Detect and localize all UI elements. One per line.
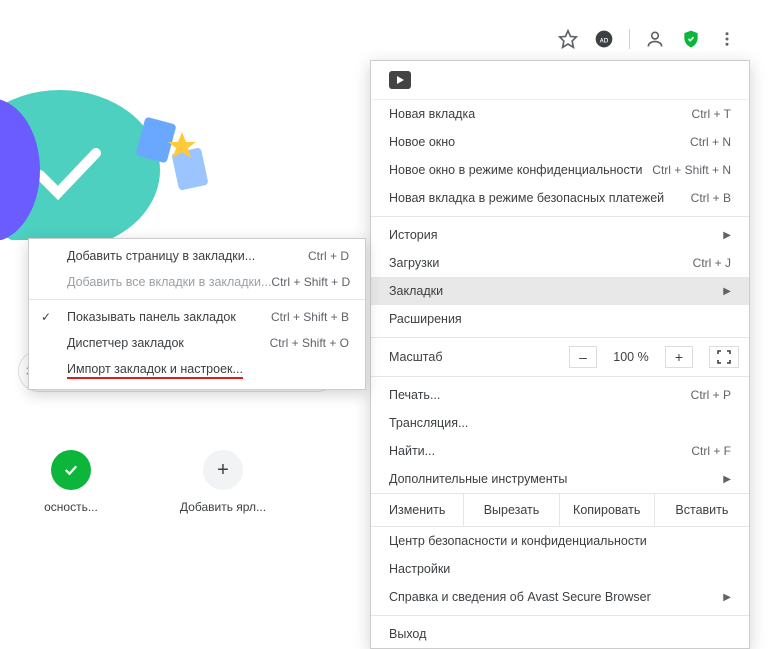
chevron-right-icon: ▶	[723, 286, 731, 297]
menu-item-label: Загрузки	[389, 256, 439, 270]
submenu-shortcut: Ctrl + Shift + B	[271, 310, 349, 324]
menu-new-window[interactable]: Новое окно Ctrl + N	[371, 128, 749, 156]
menu-more-tools[interactable]: Дополнительные инструменты ▶	[371, 465, 749, 493]
menu-item-label: Центр безопасности и конфиденциальности	[389, 534, 647, 548]
menu-secure-payments[interactable]: Новая вкладка в режиме безопасных платеж…	[371, 184, 749, 212]
shortcut-label: осность...	[44, 500, 98, 514]
menu-new-tab[interactable]: Новая вкладка Ctrl + T	[371, 100, 749, 128]
submenu-label: Диспетчер закладок	[67, 336, 184, 350]
checkmark-icon: ✓	[41, 310, 51, 324]
submenu-label: Добавить все вкладки в закладки...	[67, 275, 271, 289]
menu-cast[interactable]: Трансляция...	[371, 409, 749, 437]
browser-toolbar: ᴀᴅ	[557, 28, 738, 50]
plus-icon: +	[203, 450, 243, 490]
extension-shield-icon[interactable]: ᴀᴅ	[593, 28, 615, 50]
menu-item-label: Дополнительные инструменты	[389, 472, 567, 486]
menu-item-label: История	[389, 228, 437, 242]
submenu-label: Показывать панель закладок	[67, 310, 236, 324]
menu-item-label: Трансляция...	[389, 416, 468, 430]
paste-button[interactable]: Вставить	[654, 494, 749, 526]
menu-cast-header[interactable]	[371, 61, 749, 100]
menu-item-label: Новая вкладка	[389, 107, 475, 121]
menu-item-label: Новое окно	[389, 135, 455, 149]
submenu-shortcut: Ctrl + Shift + O	[270, 336, 349, 350]
menu-extensions[interactable]: Расширения	[371, 305, 749, 333]
menu-item-shortcut: Ctrl + P	[691, 388, 731, 402]
menu-item-label: Закладки	[389, 284, 443, 298]
menu-item-label: Настройки	[389, 562, 450, 576]
menu-exit[interactable]: Выход	[371, 620, 749, 648]
fullscreen-button[interactable]	[709, 346, 739, 368]
menu-item-label: Новая вкладка в режиме безопасных платеж…	[389, 191, 664, 205]
menu-item-shortcut: Ctrl + B	[691, 191, 731, 205]
svg-text:ᴀᴅ: ᴀᴅ	[600, 34, 609, 44]
play-square-icon	[389, 71, 411, 89]
menu-separator	[29, 299, 365, 300]
submenu-add-all-tabs: Добавить все вкладки в закладки... Ctrl …	[29, 269, 365, 295]
shortcut-row: осность... + Добавить ярл...	[26, 450, 268, 514]
zoom-value: 100 %	[605, 350, 657, 364]
menu-settings[interactable]: Настройки	[371, 555, 749, 583]
submenu-label: Добавить страницу в закладки...	[67, 249, 255, 263]
zoom-out-button[interactable]: –	[569, 346, 597, 368]
zoom-label: Масштаб	[389, 350, 561, 364]
menu-bookmarks[interactable]: Закладки ▶	[371, 277, 749, 305]
submenu-add-page[interactable]: Добавить страницу в закладки... Ctrl + D	[29, 243, 365, 269]
profile-icon[interactable]	[644, 28, 666, 50]
menu-print[interactable]: Печать... Ctrl + P	[371, 381, 749, 409]
menu-item-shortcut: Ctrl + F	[691, 444, 731, 458]
copy-button[interactable]: Копировать	[559, 494, 654, 526]
menu-item-label: Новое окно в режиме конфиденциальности	[389, 163, 642, 177]
bookmarks-submenu: Добавить страницу в закладки... Ctrl + D…	[28, 238, 366, 390]
chevron-right-icon: ▶	[723, 592, 731, 603]
shortcut-security[interactable]: осность...	[26, 450, 116, 514]
zoom-in-button[interactable]: +	[665, 346, 693, 368]
menu-item-shortcut: Ctrl + T	[692, 107, 731, 121]
star-icon[interactable]	[557, 28, 579, 50]
menu-help[interactable]: Справка и сведения об Avast Secure Brows…	[371, 583, 749, 611]
check-circle-icon	[51, 450, 91, 490]
shield-icon[interactable]	[680, 28, 702, 50]
cut-button[interactable]: Вырезать	[463, 494, 558, 526]
menu-item-label: Найти...	[389, 444, 435, 458]
chrome-menu: Новая вкладка Ctrl + T Новое окно Ctrl +…	[370, 60, 750, 649]
menu-incognito[interactable]: Новое окно в режиме конфиденциальности C…	[371, 156, 749, 184]
submenu-shortcut: Ctrl + D	[308, 249, 349, 263]
menu-item-shortcut: Ctrl + J	[693, 256, 731, 270]
submenu-shortcut: Ctrl + Shift + D	[271, 275, 350, 289]
menu-downloads[interactable]: Загрузки Ctrl + J	[371, 249, 749, 277]
menu-item-shortcut: Ctrl + N	[690, 135, 731, 149]
menu-edit-row: Изменить Вырезать Копировать Вставить	[371, 493, 749, 527]
menu-zoom: Масштаб – 100 % +	[371, 342, 749, 372]
shortcut-label: Добавить ярл...	[180, 500, 266, 514]
chevron-right-icon: ▶	[723, 474, 731, 485]
submenu-bookmark-manager[interactable]: Диспетчер закладок Ctrl + Shift + O	[29, 330, 365, 356]
menu-item-shortcut: Ctrl + Shift + N	[652, 163, 731, 177]
menu-security-center[interactable]: Центр безопасности и конфиденциальности	[371, 527, 749, 555]
menu-separator	[371, 615, 749, 616]
menu-separator	[371, 337, 749, 338]
menu-item-label: Печать...	[389, 388, 440, 402]
menu-history[interactable]: История ▶	[371, 221, 749, 249]
hero-illustration	[0, 80, 220, 240]
more-vert-icon[interactable]	[716, 28, 738, 50]
shortcut-add[interactable]: + Добавить ярл...	[178, 450, 268, 514]
menu-item-label: Расширения	[389, 312, 462, 326]
toolbar-divider	[629, 29, 630, 49]
menu-separator	[371, 376, 749, 377]
chevron-right-icon: ▶	[723, 230, 731, 241]
menu-find[interactable]: Найти... Ctrl + F	[371, 437, 749, 465]
submenu-import-bookmarks[interactable]: Импорт закладок и настроек...	[29, 356, 365, 385]
edit-label: Изменить	[371, 494, 463, 526]
menu-item-label: Выход	[389, 627, 426, 641]
submenu-label: Импорт закладок и настроек...	[67, 362, 243, 379]
submenu-show-bookmarks-bar[interactable]: ✓ Показывать панель закладок Ctrl + Shif…	[29, 304, 365, 330]
menu-item-label: Справка и сведения об Avast Secure Brows…	[389, 590, 651, 604]
menu-separator	[371, 216, 749, 217]
